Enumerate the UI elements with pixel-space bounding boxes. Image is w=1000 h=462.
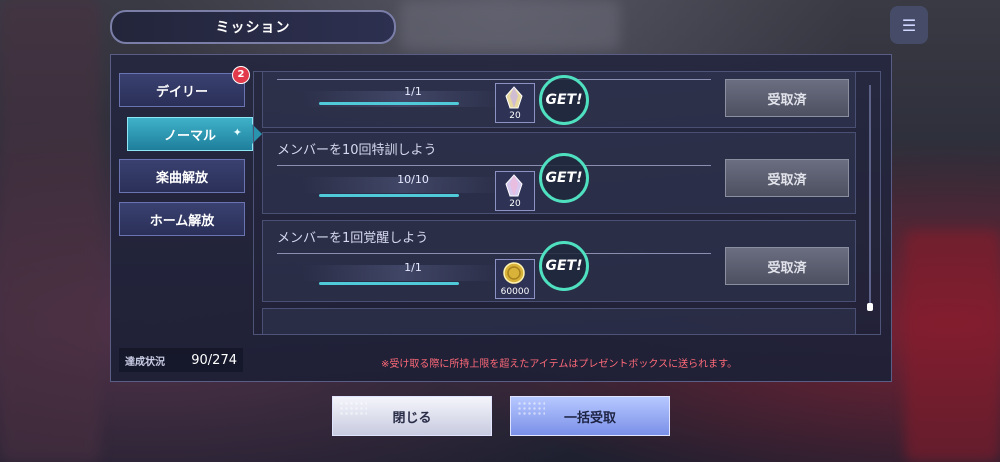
- decoration-dots: [517, 401, 545, 415]
- crystal-icon: [505, 174, 523, 197]
- decoration-dots: [339, 401, 367, 415]
- divider: [277, 79, 711, 80]
- mission-row: 1/1 20 GET! 受取済: [262, 72, 856, 128]
- sparkle-icon: ✦: [232, 126, 242, 139]
- close-button[interactable]: 閉じる: [332, 396, 492, 436]
- crystal-icon: [505, 86, 523, 109]
- scroll-thumb[interactable]: [867, 303, 873, 311]
- progress-fill: [319, 102, 459, 105]
- claim-all-button[interactable]: 一括受取: [510, 396, 670, 436]
- tab-home-unlock[interactable]: ホーム解放: [119, 202, 245, 236]
- reward-item[interactable]: 60000: [495, 259, 535, 299]
- divider: [277, 165, 711, 166]
- get-badge: GET!: [539, 153, 589, 203]
- progress-text: 1/1: [404, 261, 422, 274]
- notification-badge: 2: [232, 66, 250, 84]
- achievement-status: 達成状況 90/274: [119, 348, 243, 372]
- tab-label: 楽曲解放: [155, 170, 208, 186]
- reward-quantity: 20: [509, 111, 521, 121]
- claimed-button[interactable]: 受取済: [725, 79, 849, 117]
- tab-label: デイリー: [155, 84, 208, 100]
- get-badge: GET!: [539, 241, 589, 291]
- mission-row: メンバーを1回覚醒しよう 1/1 60000 GET! 受取済: [262, 220, 856, 302]
- claim-all-button-label: 一括受取: [563, 410, 616, 426]
- progress-fill: [319, 194, 459, 197]
- mission-list[interactable]: 1/1 20 GET! 受取済 メンバーを10回特訓しよう 10/10 20 G…: [253, 71, 881, 335]
- close-button-label: 閉じる: [392, 410, 432, 426]
- reward-item[interactable]: 20: [495, 83, 535, 123]
- claimed-button[interactable]: 受取済: [725, 247, 849, 285]
- tab-label: ノーマル: [163, 128, 216, 144]
- progress-text: 10/10: [397, 173, 429, 186]
- divider: [277, 253, 711, 254]
- claimed-button[interactable]: 受取済: [725, 159, 849, 197]
- menu-button[interactable]: ☰: [890, 6, 928, 44]
- background-decoration: [400, 0, 620, 50]
- tab-label: ホーム解放: [149, 213, 215, 229]
- menu-icon: ☰: [901, 15, 917, 35]
- scrollbar[interactable]: [867, 85, 873, 311]
- background-decoration: [905, 230, 1000, 462]
- reward-item[interactable]: 20: [495, 171, 535, 211]
- progress-text: 1/1: [404, 85, 422, 98]
- reward-quantity: 60000: [500, 287, 530, 297]
- achievement-value: 90/274: [191, 352, 237, 368]
- tab-song-unlock[interactable]: 楽曲解放: [119, 159, 245, 193]
- get-badge: GET!: [539, 75, 589, 125]
- tab-normal[interactable]: ノーマル ✦: [127, 117, 262, 151]
- mission-title: メンバーを1回覚醒しよう: [277, 231, 429, 246]
- background-decoration: [0, 0, 100, 462]
- notice-text: ※受け取る際に所持上限を超えたアイテムはプレゼントボックスに送られます。: [381, 359, 738, 370]
- reward-quantity: 20: [509, 199, 521, 209]
- mission-row: メンバーを10回特訓しよう 10/10 20 GET! 受取済: [262, 132, 856, 214]
- page-title: ミッション: [110, 10, 396, 44]
- mission-row: [262, 308, 856, 334]
- tab-daily[interactable]: デイリー 2: [119, 66, 250, 107]
- mission-title: メンバーを10回特訓しよう: [277, 143, 437, 158]
- mission-panel: デイリー 2 ノーマル ✦ 楽曲解放 ホーム解放 1/1 20 GET! 受取済…: [110, 54, 892, 382]
- achievement-label: 達成状況: [125, 356, 165, 368]
- coin-icon: [503, 262, 525, 284]
- progress-fill: [319, 282, 459, 285]
